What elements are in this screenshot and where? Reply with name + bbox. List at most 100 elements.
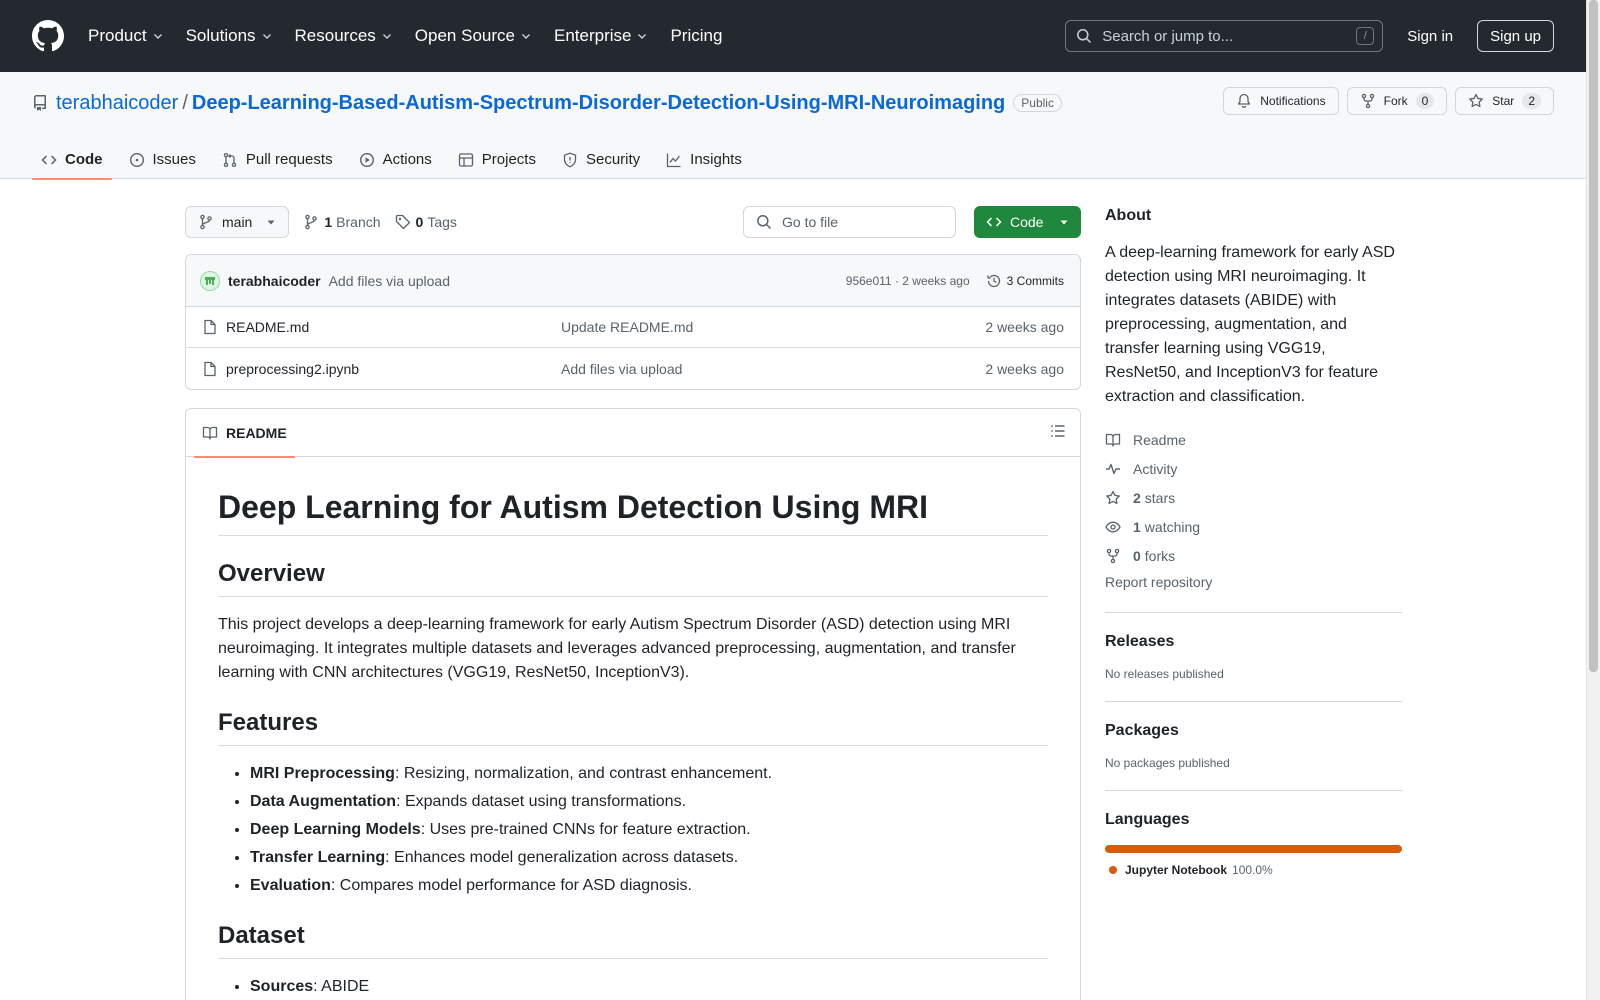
branch-count: 1 (324, 214, 333, 230)
forks-count: 0 (1133, 547, 1141, 564)
page-scrollbar[interactable] (1586, 0, 1600, 1000)
tab-actions-label: Actions (382, 151, 432, 168)
go-to-file-input[interactable]: Go to file (743, 206, 956, 238)
feature-name: Deep Learning Models (250, 821, 421, 838)
features-heading: Features (218, 709, 1048, 746)
nav-pricing-label: Pricing (670, 26, 723, 45)
forks-link[interactable]: 0 forks (1105, 541, 1402, 570)
fork-label: Fork (1383, 94, 1408, 108)
file-date: 2 weeks ago (985, 360, 1064, 377)
history-icon (986, 273, 1007, 289)
repo-header: terabhaicoder / Deep-Learning-Based-Auti… (0, 72, 1586, 180)
file-name[interactable]: preprocessing2.ipynb (226, 361, 561, 377)
file-row[interactable]: preprocessing2.ipynb Add files via uploa… (186, 348, 1080, 389)
language-bar (1105, 845, 1402, 853)
file-commit-message[interactable]: Add files via upload (561, 361, 985, 377)
report-repository-link[interactable]: Report repository (1105, 574, 1402, 594)
fork-icon (1105, 548, 1133, 564)
tab-security[interactable]: Security (553, 140, 649, 179)
repo-actions: Notifications Fork 0 Star 2 (1215, 87, 1554, 115)
file-row[interactable]: README.md Update README.md 2 weeks ago (186, 307, 1080, 348)
latest-commit: terabhaicoder Add files via upload 956e0… (186, 255, 1080, 307)
list-item: Sources: ABIDE (250, 975, 1048, 999)
feature-name: MRI Preprocessing (250, 765, 395, 782)
github-logo-icon[interactable] (32, 20, 64, 52)
tag-label: Tags (427, 214, 457, 230)
releases-section: Releases No releases published (1105, 612, 1402, 701)
commit-hash-time[interactable]: 956e011 · 2 weeks ago (846, 274, 970, 288)
packages-heading[interactable]: Packages (1105, 722, 1402, 740)
nav-pricing[interactable]: Pricing (670, 26, 722, 46)
feature-text: : Compares model performance for ASD dia… (330, 877, 692, 894)
file-toolbar: main 1 Branch 0 Tags Go to file Code (185, 206, 1081, 238)
tab-issues[interactable]: Issues (120, 140, 205, 179)
tab-code[interactable]: Code (32, 140, 112, 180)
fork-button[interactable]: Fork 0 (1346, 87, 1448, 115)
nav-open-source-label: Open Source (414, 26, 515, 45)
avatar[interactable] (200, 270, 220, 291)
search-shortcut-key: / (1356, 27, 1375, 45)
commit-author[interactable]: terabhaicoder (228, 273, 321, 289)
releases-heading[interactable]: Releases (1105, 633, 1402, 651)
nav-product[interactable]: Product (88, 26, 164, 46)
nav-open-source[interactable]: Open Source (415, 26, 532, 46)
nav-enterprise[interactable]: Enterprise (554, 26, 648, 46)
code-icon (41, 152, 65, 168)
repo-name-link[interactable]: Deep-Learning-Based-Autism-Spectrum-Diso… (192, 92, 1005, 115)
code-dropdown-button[interactable]: Code (974, 206, 1081, 238)
commits-count: 3 Commits (1006, 273, 1064, 288)
commits-link[interactable]: 3 Commits (986, 273, 1064, 289)
tags-link[interactable]: 0 Tags (395, 214, 457, 230)
visibility-badge: Public (1013, 94, 1062, 112)
repo-sidebar: About A deep-learning framework for earl… (1105, 207, 1402, 897)
language-item[interactable]: Jupyter Notebook 100.0% (1105, 863, 1402, 877)
file-name[interactable]: README.md (226, 319, 561, 335)
forks-label: forks (1144, 547, 1176, 564)
issue-icon (129, 152, 153, 168)
tab-pull-requests[interactable]: Pull requests (213, 140, 342, 179)
scrollbar-thumb[interactable] (1589, 0, 1598, 672)
packages-empty-text: No packages published (1105, 756, 1230, 770)
file-commit-message[interactable]: Update README.md (561, 319, 985, 335)
feature-text: : Enhances model generalization across d… (385, 849, 739, 866)
readme-content: Deep Learning for Autism Detection Using… (186, 457, 1080, 999)
tab-actions[interactable]: Actions (350, 140, 441, 179)
list-item: Evaluation: Compares model performance f… (250, 874, 1048, 898)
readme-link[interactable]: Readme (1105, 425, 1402, 454)
repo-owner-link[interactable]: terabhaicoder (56, 92, 178, 115)
tab-insights[interactable]: Insights (657, 140, 751, 179)
chevron-down-icon (515, 30, 532, 42)
tab-projects[interactable]: Projects (449, 140, 545, 179)
branch-selector[interactable]: main (185, 206, 290, 238)
commit-message[interactable]: Add files via upload (329, 273, 450, 289)
stars-link[interactable]: 2 stars (1105, 483, 1402, 512)
tab-issues-label: Issues (152, 151, 196, 168)
bell-icon (1236, 93, 1260, 109)
activity-link[interactable]: Activity (1105, 454, 1402, 483)
list-icon[interactable] (1050, 423, 1066, 439)
feature-text: : Uses pre-trained CNNs for feature extr… (420, 821, 751, 838)
global-search-input[interactable]: Search or jump to... / (1065, 20, 1384, 52)
readme-panel: README Deep Learning for Autism Detectio… (185, 408, 1081, 1000)
header-actions: Search or jump to... / Sign in Sign up (1065, 20, 1554, 52)
branch-label: Branch (336, 214, 381, 230)
readme-tab[interactable]: README (194, 409, 295, 458)
star-button[interactable]: Star 2 (1455, 87, 1554, 115)
caret-down-icon (266, 217, 276, 227)
chevron-down-icon (256, 30, 273, 42)
languages-heading: Languages (1105, 811, 1190, 828)
readme-tab-label: README (226, 424, 287, 441)
sign-in-link[interactable]: Sign in (1407, 28, 1453, 45)
nav-resources[interactable]: Resources (295, 26, 393, 46)
watching-link[interactable]: 1 watching (1105, 512, 1402, 541)
branches-link[interactable]: 1 Branch (303, 214, 381, 230)
notifications-button[interactable]: Notifications (1223, 87, 1339, 115)
stars-count: 2 (1133, 489, 1141, 506)
tab-security-label: Security (585, 151, 641, 168)
sign-up-button[interactable]: Sign up (1477, 20, 1554, 52)
nav-enterprise-label: Enterprise (553, 26, 632, 45)
list-item: MRI Preprocessing: Resizing, normalizati… (250, 762, 1048, 786)
nav-solutions[interactable]: Solutions (186, 26, 273, 46)
repo-icon (32, 95, 48, 111)
tab-pull-requests-label: Pull requests (245, 151, 333, 168)
